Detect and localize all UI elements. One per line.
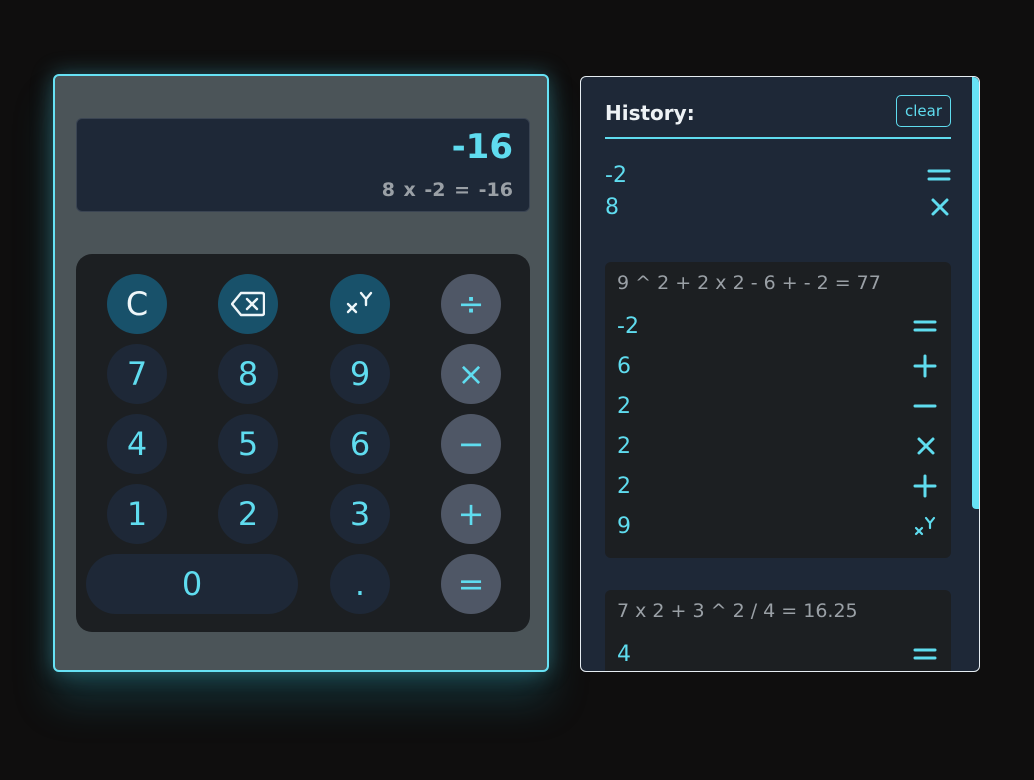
key-1[interactable]: 1 — [107, 484, 167, 544]
multiply-icon — [915, 435, 937, 457]
key-6[interactable]: 6 — [330, 414, 390, 474]
history-value: 2 — [617, 393, 631, 419]
multiply-icon — [929, 196, 951, 218]
history-value: 2 — [617, 473, 631, 499]
history-row: -2 — [605, 159, 951, 191]
plus-icon — [913, 354, 937, 378]
key-0[interactable]: 0 — [86, 554, 298, 614]
display: -16 8 x -2 = -16 — [76, 118, 530, 212]
equals-icon — [927, 165, 951, 185]
history-value: 8 — [605, 194, 619, 220]
decimal-key[interactable]: . — [330, 554, 390, 614]
clear-key[interactable]: C — [107, 274, 167, 334]
equals-icon — [913, 316, 937, 336]
history-value: 6 — [617, 353, 631, 379]
history-row: 8 — [605, 191, 951, 223]
key-8[interactable]: 8 — [218, 344, 278, 404]
history-entry-expression: 9 ^ 2 + 2 x 2 - 6 + - 2 = 77 — [617, 272, 881, 294]
key-7[interactable]: 7 — [107, 344, 167, 404]
power-key[interactable] — [330, 274, 390, 334]
key-2[interactable]: 2 — [218, 484, 278, 544]
history-scrollbar[interactable] — [972, 77, 979, 509]
clear-history-button[interactable]: clear — [895, 95, 951, 127]
history-entry[interactable]: 7 x 2 + 3 ^ 2 / 4 = 16.25 4 — [605, 590, 951, 671]
key-5[interactable]: 5 — [218, 414, 278, 474]
equals-icon — [913, 644, 937, 664]
divide-key[interactable]: ÷ — [441, 274, 501, 334]
minus-key[interactable]: − — [441, 414, 501, 474]
display-expression: 8 x -2 = -16 — [381, 179, 513, 201]
history-row: 2 — [617, 390, 937, 422]
history-entry-expression: 7 x 2 + 3 ^ 2 / 4 = 16.25 — [617, 600, 858, 622]
history-title: History: — [605, 101, 695, 125]
history-row: 6 — [617, 350, 937, 382]
minus-icon — [913, 401, 937, 411]
backspace-icon — [231, 291, 265, 317]
history-value: 4 — [617, 641, 631, 667]
history-entry[interactable]: 9 ^ 2 + 2 x 2 - 6 + - 2 = 77 -2 6 2 2 2 9 — [605, 262, 951, 558]
power-xy-icon — [913, 514, 937, 538]
backspace-key[interactable] — [218, 274, 278, 334]
display-result: -16 — [451, 127, 513, 167]
calculator: -16 8 x -2 = -16 C ÷ 7 8 9 × 4 5 6 − 1 2… — [53, 74, 549, 672]
history-value: -2 — [605, 162, 627, 188]
history-value: 9 — [617, 513, 631, 539]
history-row: 4 — [617, 638, 937, 670]
history-value: 2 — [617, 433, 631, 459]
multiply-key[interactable]: × — [441, 344, 501, 404]
key-4[interactable]: 4 — [107, 414, 167, 474]
history-row: 9 — [617, 510, 937, 542]
history-value: -2 — [617, 313, 639, 339]
history-header: History: clear — [605, 95, 951, 139]
equals-key[interactable]: = — [441, 554, 501, 614]
history-row: -2 — [617, 310, 937, 342]
key-3[interactable]: 3 — [330, 484, 390, 544]
keypad: C ÷ 7 8 9 × 4 5 6 − 1 2 3 + 0 . = — [76, 254, 530, 632]
plus-key[interactable]: + — [441, 484, 501, 544]
history-row: 2 — [617, 430, 937, 462]
power-xy-icon — [345, 289, 375, 319]
history-panel[interactable]: History: clear -2 8 9 ^ 2 + 2 x 2 - 6 + - … — [580, 76, 980, 672]
history-row: 2 — [617, 470, 937, 502]
key-9[interactable]: 9 — [330, 344, 390, 404]
plus-icon — [913, 474, 937, 498]
